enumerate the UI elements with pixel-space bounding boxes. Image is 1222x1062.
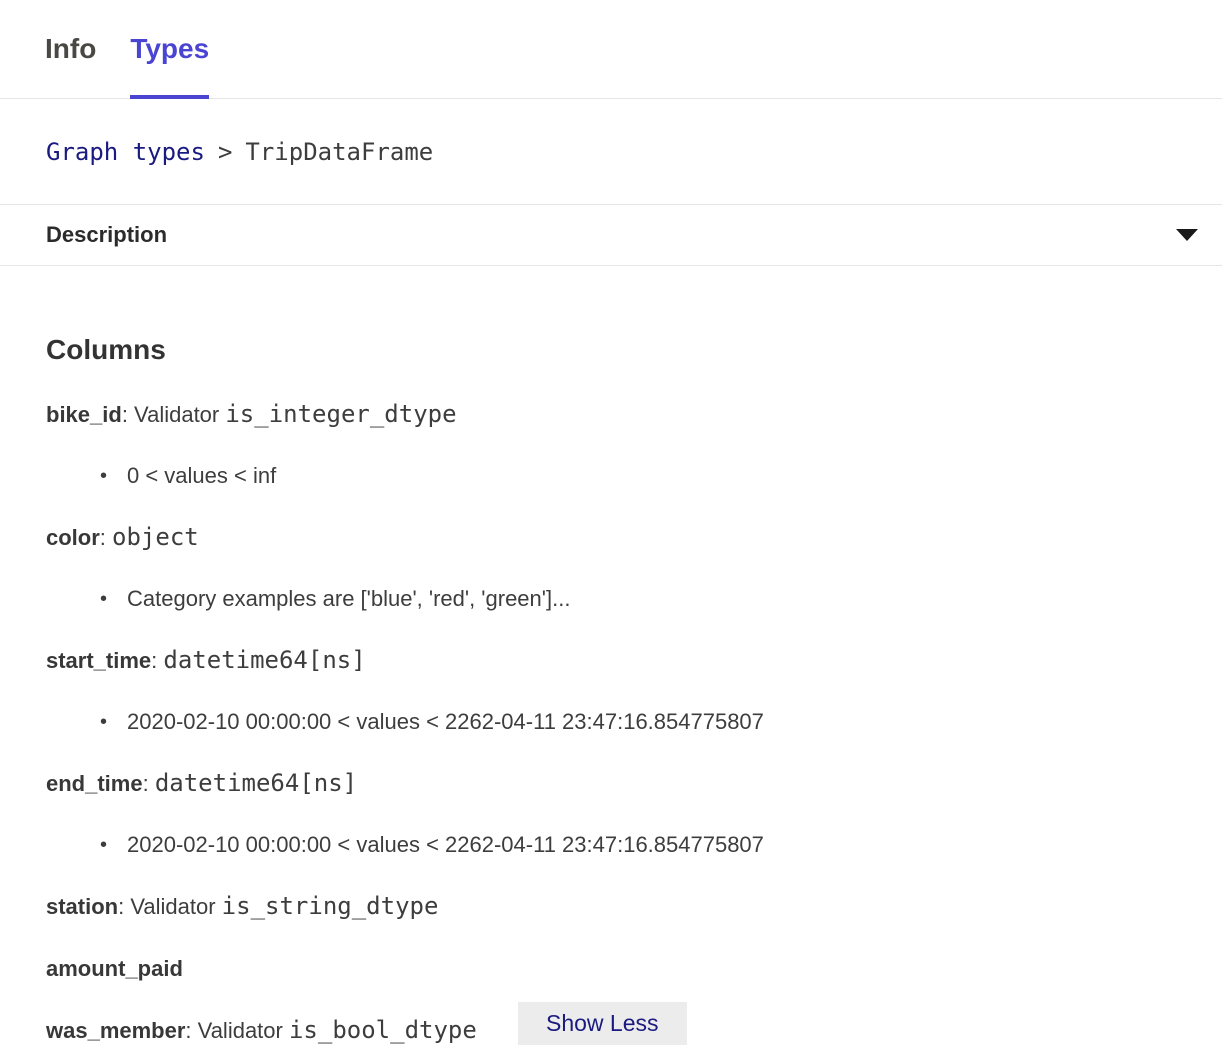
bullet-icon: •: [100, 584, 127, 614]
show-less-button[interactable]: Show Less: [518, 1002, 687, 1045]
column-entry: start_time: datetime64[ns] • 2020-02-10 …: [46, 645, 1176, 737]
validator-label: Validator: [130, 894, 221, 919]
column-colon: :: [118, 894, 130, 919]
column-entry: amount_paid: [46, 953, 1176, 984]
description-title: Description: [46, 222, 167, 248]
caret-down-icon: [1176, 229, 1198, 241]
validator-label: Validator: [134, 402, 225, 427]
tab-types[interactable]: Types: [130, 0, 209, 98]
types-page: Info Types Graph types > TripDataFrame D…: [0, 0, 1222, 1062]
column-name: start_time: [46, 648, 151, 673]
column-constraint: • 2020-02-10 00:00:00 < values < 2262-04…: [46, 830, 1176, 860]
column-colon: :: [185, 1018, 197, 1043]
tab-info[interactable]: Info: [45, 0, 96, 98]
tab-bar: Info Types: [0, 0, 1222, 99]
column-colon: :: [143, 771, 155, 796]
bullet-icon: •: [100, 707, 127, 737]
column-name: end_time: [46, 771, 143, 796]
column-name: amount_paid: [46, 956, 183, 981]
constraint-text: Category examples are ['blue', 'red', 'g…: [127, 584, 570, 614]
column-name: station: [46, 894, 118, 919]
column-entries: bike_id: Validator is_integer_dtype • 0 …: [46, 399, 1176, 1046]
validator-label: Validator: [198, 1018, 289, 1043]
column-constraint: • 0 < values < inf: [46, 461, 1176, 491]
constraint-text: 2020-02-10 00:00:00 < values < 2262-04-1…: [127, 707, 764, 737]
column-definition: start_time: datetime64[ns]: [46, 645, 1176, 676]
breadcrumb: Graph types > TripDataFrame: [0, 99, 1222, 205]
constraint-text: 0 < values < inf: [127, 461, 276, 491]
breadcrumb-separator: >: [218, 138, 232, 166]
column-colon: :: [100, 525, 112, 550]
columns-heading: Columns: [46, 332, 1176, 368]
dtype-code: is_integer_dtype: [225, 400, 456, 428]
column-colon: :: [122, 402, 134, 427]
column-name: was_member: [46, 1018, 185, 1043]
dtype-code: object: [112, 523, 199, 551]
column-definition: bike_id: Validator is_integer_dtype: [46, 399, 1176, 430]
bullet-icon: •: [100, 830, 127, 860]
column-constraint: • Category examples are ['blue', 'red', …: [46, 584, 1176, 614]
column-entry: station: Validator is_string_dtype: [46, 891, 1176, 922]
breadcrumb-current: TripDataFrame: [245, 138, 433, 166]
column-constraint: • 2020-02-10 00:00:00 < values < 2262-04…: [46, 707, 1176, 737]
description-section-header[interactable]: Description: [0, 205, 1222, 266]
column-definition: end_time: datetime64[ns]: [46, 768, 1176, 799]
column-entry: end_time: datetime64[ns] • 2020-02-10 00…: [46, 768, 1176, 860]
column-definition: amount_paid: [46, 953, 1176, 984]
column-entry: bike_id: Validator is_integer_dtype • 0 …: [46, 399, 1176, 491]
column-name: bike_id: [46, 402, 122, 427]
dtype-code: datetime64[ns]: [155, 769, 357, 797]
column-definition: color: object: [46, 522, 1176, 553]
columns-section: Columns bike_id: Validator is_integer_dt…: [0, 332, 1222, 1046]
column-definition: station: Validator is_string_dtype: [46, 891, 1176, 922]
column-entry: color: object • Category examples are ['…: [46, 522, 1176, 614]
column-colon: :: [151, 648, 163, 673]
bullet-icon: •: [100, 461, 127, 491]
constraint-text: 2020-02-10 00:00:00 < values < 2262-04-1…: [127, 830, 764, 860]
breadcrumb-parent-link[interactable]: Graph types: [46, 138, 205, 166]
column-name: color: [46, 525, 100, 550]
dtype-code: is_string_dtype: [222, 892, 439, 920]
dtype-code: datetime64[ns]: [163, 646, 365, 674]
dtype-code: is_bool_dtype: [289, 1016, 477, 1044]
